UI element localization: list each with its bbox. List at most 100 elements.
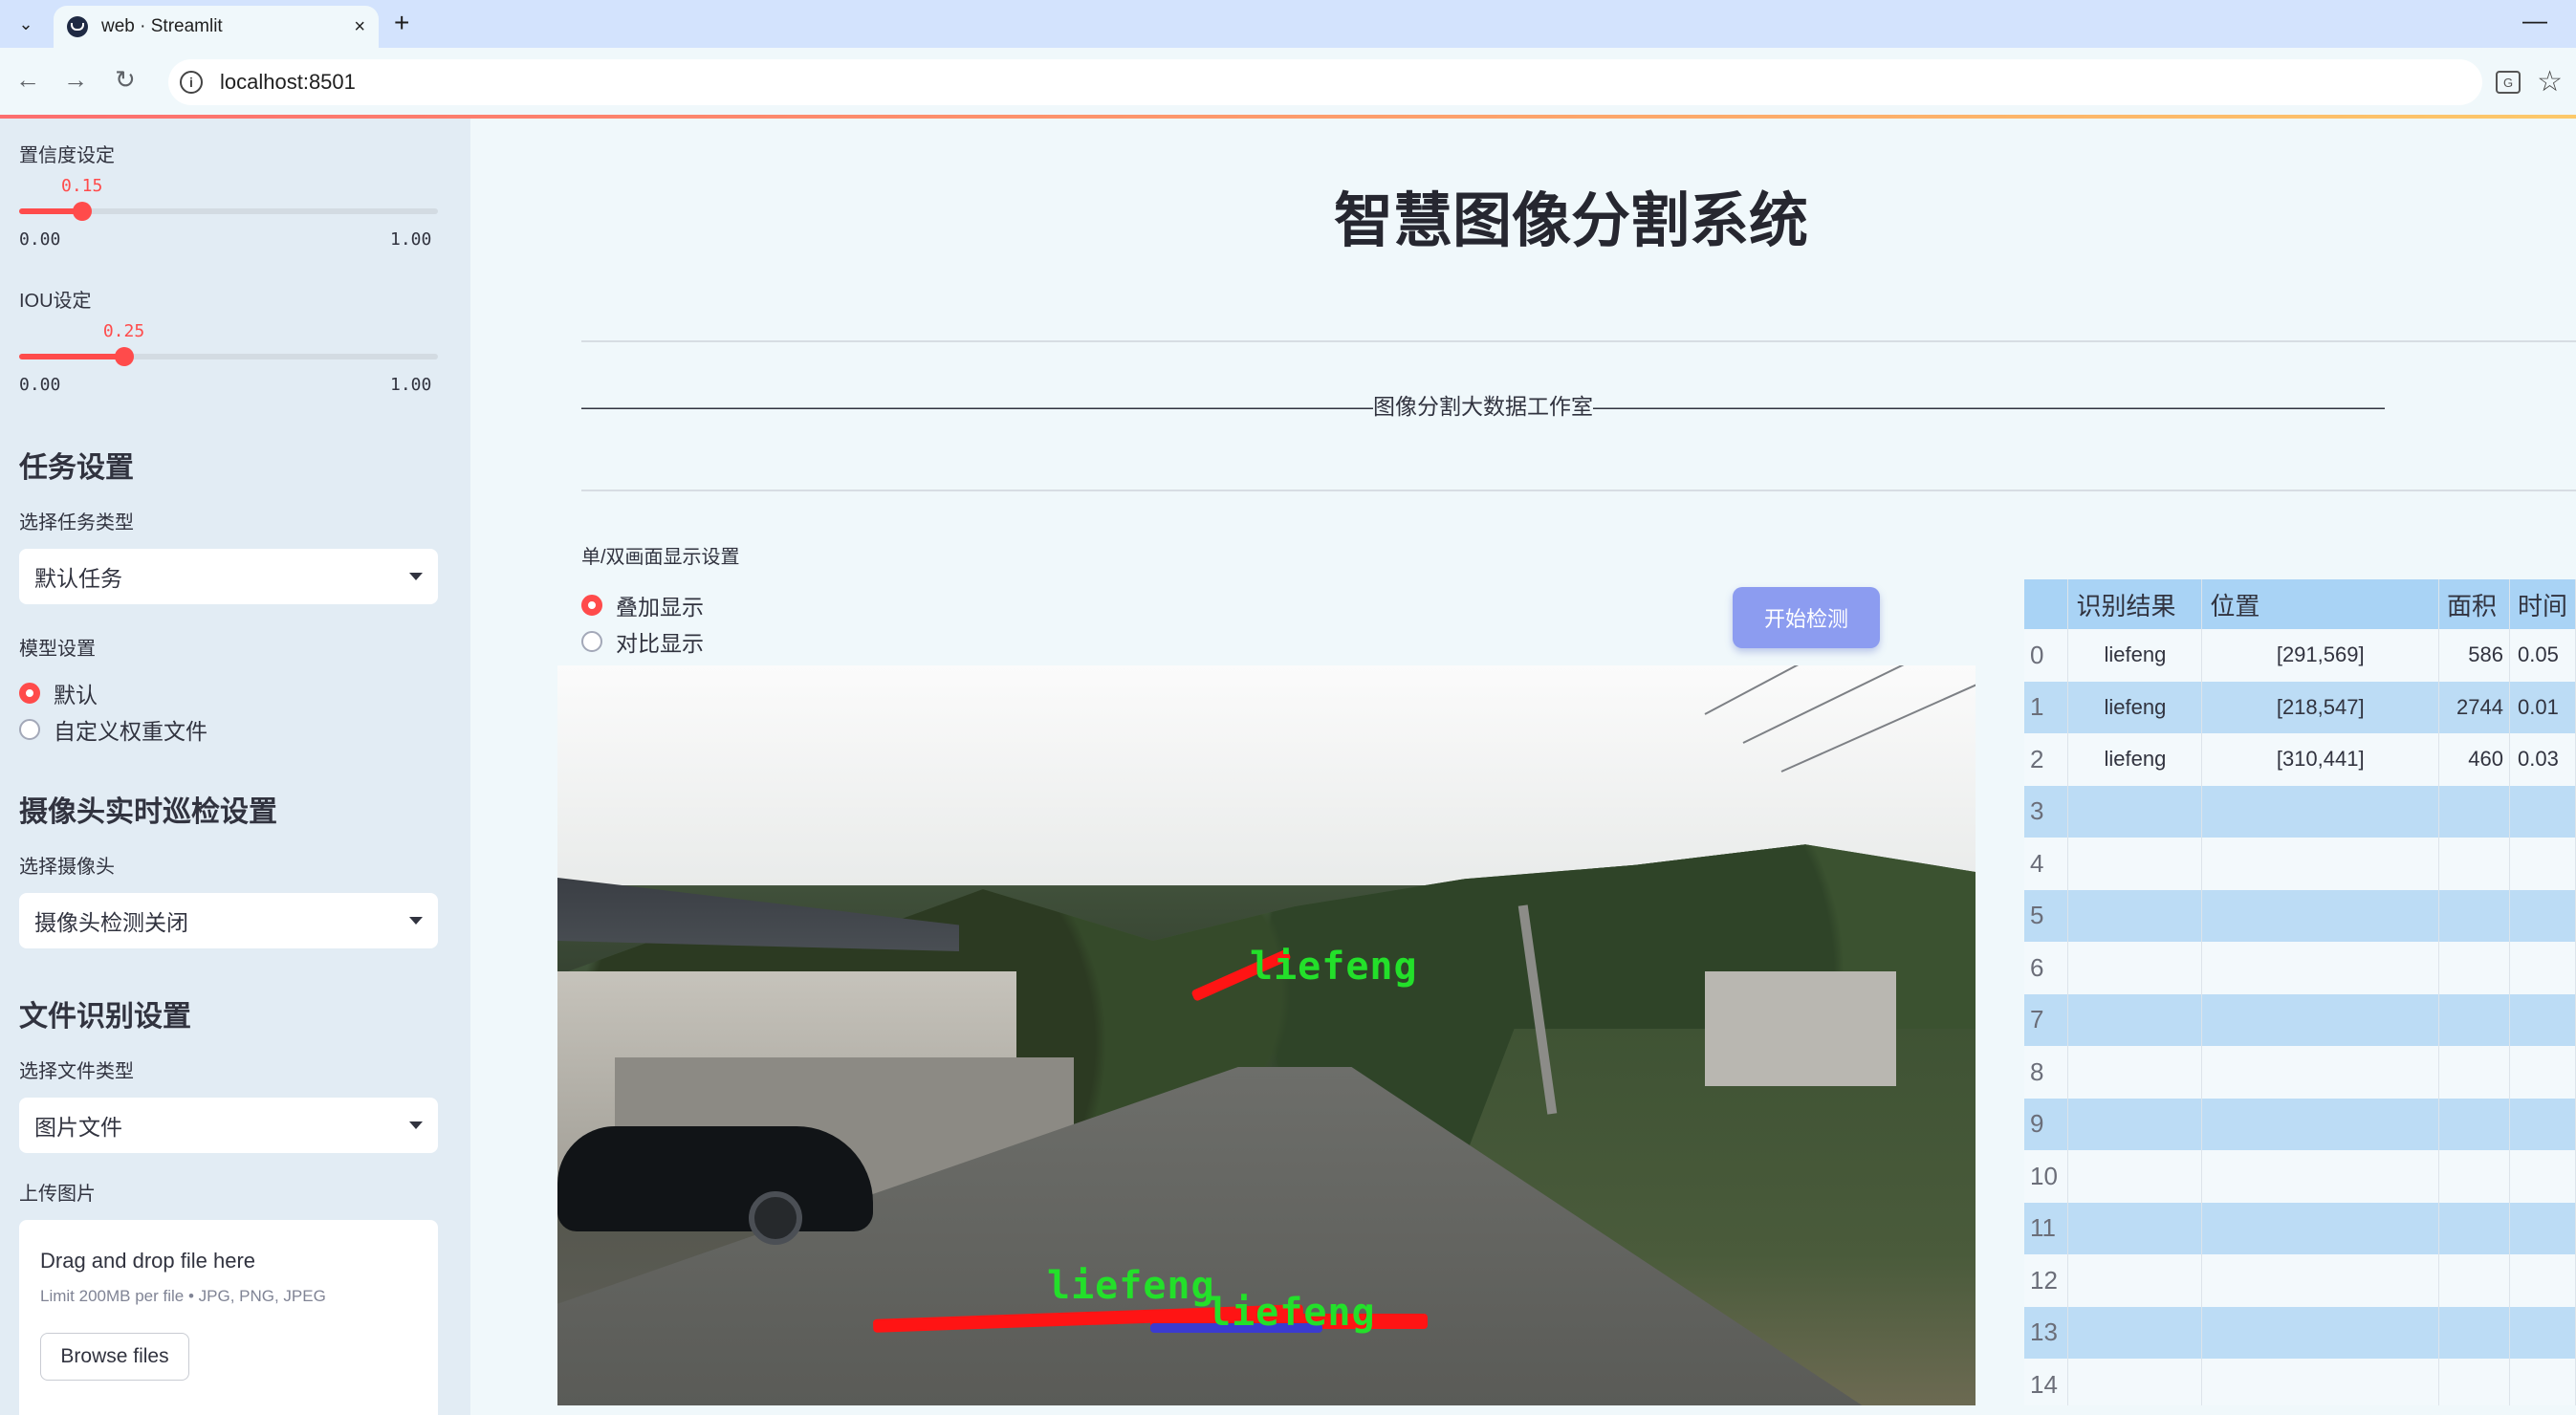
row-index-cell[interactable]: 2 — [2024, 733, 2069, 786]
time-cell[interactable] — [2509, 1254, 2576, 1307]
area-cell[interactable] — [2438, 889, 2510, 942]
result-cell[interactable] — [2067, 1254, 2203, 1307]
time-cell[interactable] — [2509, 942, 2576, 994]
result-cell[interactable]: liefeng — [2067, 629, 2203, 682]
position-cell[interactable] — [2201, 1202, 2440, 1254]
result-cell[interactable] — [2067, 1098, 2203, 1150]
position-cell[interactable] — [2201, 1359, 2440, 1405]
new-tab-icon[interactable]: + — [394, 8, 409, 38]
row-index-cell[interactable]: 10 — [2024, 1150, 2069, 1203]
table-row[interactable]: 8 — [2024, 1046, 2576, 1099]
area-cell[interactable] — [2438, 942, 2510, 994]
translate-icon[interactable]: G — [2496, 71, 2521, 94]
area-cell[interactable]: 460 — [2438, 733, 2510, 786]
position-cell[interactable] — [2201, 1098, 2440, 1150]
result-cell[interactable] — [2067, 838, 2203, 890]
time-cell[interactable] — [2509, 785, 2576, 838]
area-cell[interactable] — [2438, 838, 2510, 890]
result-cell[interactable] — [2067, 1046, 2203, 1099]
iou-slider[interactable] — [19, 347, 438, 366]
radio-icon[interactable] — [581, 631, 602, 652]
browser-tab[interactable]: web · Streamlit × — [54, 6, 379, 48]
time-cell[interactable] — [2509, 1150, 2576, 1203]
result-cell[interactable] — [2067, 1150, 2203, 1203]
result-cell[interactable] — [2067, 993, 2203, 1046]
row-index-cell[interactable]: 1 — [2024, 681, 2069, 733]
row-index-cell[interactable]: 5 — [2024, 889, 2069, 942]
position-cell[interactable] — [2201, 1150, 2440, 1203]
position-cell[interactable]: [310,441] — [2201, 733, 2440, 786]
table-row[interactable]: 3 — [2024, 785, 2576, 838]
camera-select[interactable]: 摄像头检测关闭 — [19, 893, 438, 948]
row-index-cell[interactable]: 12 — [2024, 1254, 2069, 1307]
row-index-cell[interactable]: 11 — [2024, 1202, 2069, 1254]
area-cell[interactable] — [2438, 1150, 2510, 1203]
table-row[interactable]: 11 — [2024, 1202, 2576, 1254]
time-cell[interactable]: 0.03 — [2509, 733, 2576, 786]
time-cell[interactable]: 0.01 — [2509, 681, 2576, 733]
time-cell[interactable] — [2509, 993, 2576, 1046]
row-index-cell[interactable]: 8 — [2024, 1046, 2069, 1099]
url-text[interactable]: localhost:8501 — [220, 70, 356, 95]
table-row[interactable]: 13 — [2024, 1306, 2576, 1359]
row-index-cell[interactable]: 9 — [2024, 1098, 2069, 1150]
radio-icon[interactable] — [19, 719, 40, 740]
area-cell[interactable] — [2438, 1306, 2510, 1359]
table-row[interactable]: 14 — [2024, 1359, 2576, 1405]
file-type-select[interactable]: 图片文件 — [19, 1098, 438, 1153]
position-cell[interactable]: [291,569] — [2201, 629, 2440, 682]
area-cell[interactable] — [2438, 785, 2510, 838]
time-cell[interactable] — [2509, 889, 2576, 942]
row-index-cell[interactable]: 6 — [2024, 942, 2069, 994]
area-cell[interactable]: 586 — [2438, 629, 2510, 682]
position-cell[interactable] — [2201, 993, 2440, 1046]
confidence-slider-thumb[interactable] — [72, 202, 92, 221]
area-cell[interactable] — [2438, 1254, 2510, 1307]
radio-icon[interactable] — [19, 683, 40, 704]
bookmark-star-icon[interactable]: ☆ — [2537, 65, 2563, 98]
table-row[interactable]: 9 — [2024, 1098, 2576, 1150]
position-cell[interactable]: [218,547] — [2201, 681, 2440, 733]
back-arrow-icon[interactable]: ← — [15, 65, 40, 95]
position-cell[interactable] — [2201, 838, 2440, 890]
tab-close-icon[interactable]: × — [354, 16, 365, 38]
area-cell[interactable] — [2438, 1098, 2510, 1150]
task-type-select[interactable]: 默认任务 — [19, 549, 438, 604]
model-option-default[interactable]: 默认 — [19, 677, 98, 709]
model-option-custom[interactable]: 自定义权重文件 — [19, 713, 207, 746]
row-index-cell[interactable]: 3 — [2024, 785, 2069, 838]
position-cell[interactable] — [2201, 1046, 2440, 1099]
row-index-cell[interactable]: 14 — [2024, 1359, 2069, 1405]
time-cell[interactable] — [2509, 838, 2576, 890]
time-cell[interactable] — [2509, 1306, 2576, 1359]
browse-files-button[interactable]: Browse files — [40, 1333, 189, 1381]
time-column-header[interactable]: 时间 — [2509, 579, 2576, 629]
area-cell[interactable] — [2438, 1359, 2510, 1405]
result-cell[interactable]: liefeng — [2067, 681, 2203, 733]
area-cell[interactable]: 2744 — [2438, 681, 2510, 733]
time-cell[interactable] — [2509, 1359, 2576, 1405]
area-cell[interactable] — [2438, 1202, 2510, 1254]
time-cell[interactable] — [2509, 1046, 2576, 1099]
result-cell[interactable] — [2067, 1306, 2203, 1359]
result-cell[interactable]: liefeng — [2067, 733, 2203, 786]
result-cell[interactable] — [2067, 1202, 2203, 1254]
result-column-header[interactable]: 识别结果 — [2067, 579, 2203, 629]
area-cell[interactable] — [2438, 993, 2510, 1046]
row-index-cell[interactable]: 4 — [2024, 838, 2069, 890]
start-detection-button[interactable]: 开始检测 — [1733, 587, 1880, 648]
result-cell[interactable] — [2067, 889, 2203, 942]
view-option-overlay[interactable]: 叠加显示 — [581, 589, 704, 621]
position-column-header[interactable]: 位置 — [2201, 579, 2440, 629]
url-field[interactable]: i localhost:8501 — [168, 59, 2482, 105]
table-row[interactable]: 7 — [2024, 993, 2576, 1046]
area-column-header[interactable]: 面积 — [2438, 579, 2510, 629]
radio-icon[interactable] — [581, 595, 602, 616]
position-cell[interactable] — [2201, 1254, 2440, 1307]
position-cell[interactable] — [2201, 889, 2440, 942]
row-index-cell[interactable]: 0 — [2024, 629, 2069, 682]
results-table[interactable]: 识别结果 位置 面积 时间 0 liefeng [291,569] 586 0.05 1 l… — [2024, 579, 2576, 1405]
table-row[interactable]: 12 — [2024, 1254, 2576, 1307]
table-row[interactable]: 6 — [2024, 942, 2576, 994]
table-row[interactable]: 4 — [2024, 838, 2576, 890]
